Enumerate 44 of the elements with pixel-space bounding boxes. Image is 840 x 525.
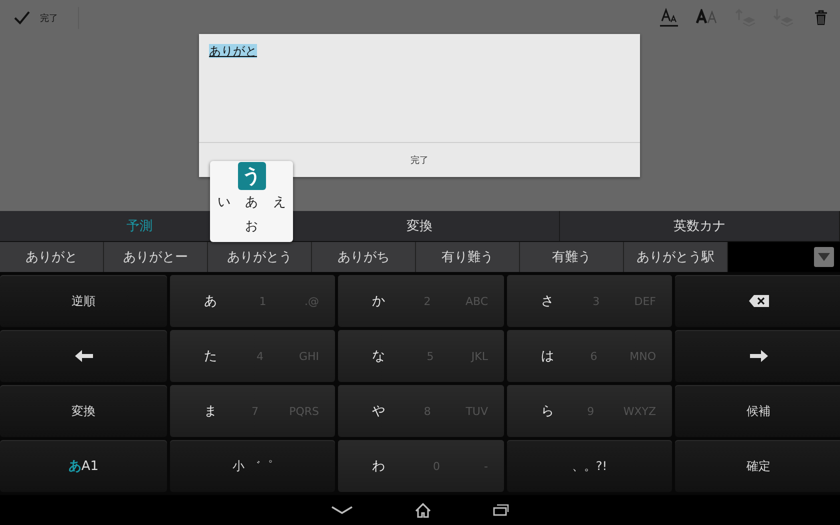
letters-label: - xyxy=(484,460,488,473)
key[interactable]: 、。?! xyxy=(507,440,672,492)
candidate-item[interactable]: ありがとう駅 xyxy=(624,242,728,272)
flick-option: い xyxy=(217,193,230,211)
text-field[interactable]: ありがと xyxy=(199,34,640,142)
kana-label: あ xyxy=(204,293,217,310)
flick-option: え xyxy=(272,193,286,211)
flick-highlight: う xyxy=(238,162,266,190)
flick-option: あ xyxy=(245,193,258,211)
left-arrow-icon xyxy=(74,350,92,362)
letters-label: .@ xyxy=(304,294,319,308)
key[interactable]: 候補 xyxy=(675,385,840,438)
flick-option: お xyxy=(245,217,258,235)
candidate-item[interactable]: ありがとう xyxy=(208,242,312,272)
candidate-item[interactable]: ありがとー xyxy=(104,242,208,272)
recent-apps-icon[interactable] xyxy=(493,504,509,516)
candidate-item[interactable]: ありがち xyxy=(312,242,416,272)
kana-label: ま xyxy=(204,403,217,420)
kana-label: や xyxy=(372,403,385,420)
backspace-key[interactable] xyxy=(675,275,840,328)
back-icon[interactable] xyxy=(331,506,353,514)
key[interactable]: 逆順 xyxy=(0,275,167,328)
candidate-item[interactable]: 有難う xyxy=(520,242,624,272)
backspace-icon xyxy=(748,295,768,308)
caret-icon xyxy=(818,253,830,262)
kana-label: わ xyxy=(372,458,385,476)
kana-label: な xyxy=(372,348,385,366)
kana-label: は xyxy=(541,348,554,366)
key[interactable]: 小 ゛゜ xyxy=(170,440,335,492)
kana-label: さ xyxy=(541,293,554,310)
kana-label: た xyxy=(204,348,217,366)
kana-label: か xyxy=(372,293,385,310)
candidate-item[interactable]: ありがと xyxy=(0,242,104,272)
input-mode-key[interactable]: あA1 xyxy=(0,440,167,492)
key[interactable]: 変換 xyxy=(0,385,167,438)
home-icon[interactable] xyxy=(415,502,431,518)
candidate-item[interactable]: 有り難う xyxy=(416,242,520,272)
expand-button[interactable] xyxy=(814,247,834,268)
trash-icon[interactable] xyxy=(814,10,828,26)
right-arrow-icon xyxy=(750,350,768,362)
key[interactable]: 確定 xyxy=(675,440,840,492)
text-style-icon[interactable] xyxy=(659,8,679,28)
kana-label: ら xyxy=(541,403,554,420)
check-icon xyxy=(14,11,30,25)
